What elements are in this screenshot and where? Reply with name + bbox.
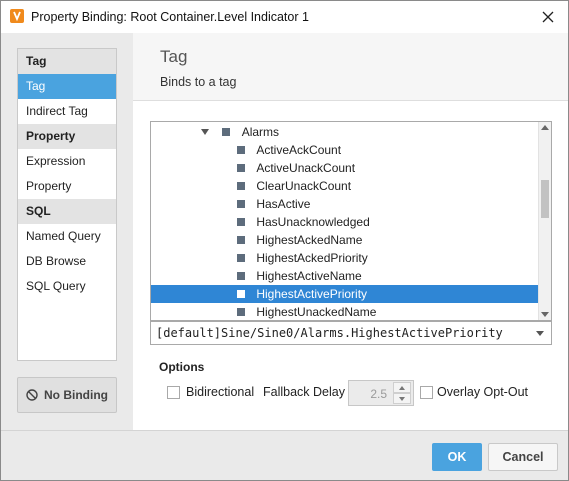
chevron-down-icon — [536, 330, 544, 336]
tree-node-tag[interactable]: HighestAckedPriority — [151, 249, 539, 267]
nav-item-named-query[interactable]: Named Query — [18, 224, 116, 249]
spinner-down-button[interactable] — [393, 393, 411, 404]
tree-node-tag[interactable]: ActiveAckCount — [151, 141, 539, 159]
tag-icon — [237, 307, 245, 316]
dialog-footer: OK Cancel — [1, 430, 568, 480]
tag-icon — [237, 271, 245, 280]
nav-group-sql: SQL — [18, 199, 116, 224]
tree-node-label: HasActive — [256, 197, 311, 211]
nav-item-indirect-tag[interactable]: Indirect Tag — [18, 99, 116, 124]
tree-node-tag[interactable]: HasUnacknowledged — [151, 213, 539, 231]
binding-type-panel: Tag Tag Indirect Tag Property Expression… — [1, 33, 133, 430]
cancel-button[interactable]: Cancel — [488, 443, 558, 471]
ok-button[interactable]: OK — [432, 443, 482, 471]
tag-icon — [237, 217, 245, 226]
title-bar: Property Binding: Root Container.Level I… — [1, 1, 568, 33]
window-title: Property Binding: Root Container.Level I… — [31, 10, 309, 24]
tree-node-label: HighestAckedName — [256, 233, 363, 247]
nav-group-property: Property — [18, 124, 116, 149]
tag-icon — [237, 163, 245, 172]
tag-icon — [237, 145, 245, 154]
fallback-delay-label: Fallback Delay — [263, 385, 345, 399]
binding-title: Tag — [160, 47, 188, 66]
tag-path-dropdown-button[interactable] — [529, 322, 551, 344]
binding-description: Binds to a tag — [160, 75, 237, 89]
spinner-up-button[interactable] — [393, 382, 411, 393]
overlay-opt-out-label: Overlay Opt-Out — [437, 385, 528, 399]
tree-node-label: HighestUnackedName — [256, 305, 377, 319]
tag-icon — [237, 199, 245, 208]
tag-icon — [237, 289, 245, 298]
tag-icon — [237, 235, 245, 244]
nav-item-expression[interactable]: Expression — [18, 149, 116, 174]
tag-icon — [237, 181, 245, 190]
overlay-opt-out-checkbox[interactable] — [420, 386, 433, 399]
fallback-delay-value: 2.5 — [370, 387, 387, 401]
tag-path-field[interactable]: [default]Sine/Sine0/Alarms.HighestActive… — [150, 321, 552, 345]
no-binding-button[interactable]: No Binding — [17, 377, 117, 413]
close-button[interactable] — [528, 1, 568, 32]
tag-path-value: [default]Sine/Sine0/Alarms.HighestActive… — [156, 326, 503, 340]
tree-node-tag[interactable]: HighestAckedName — [151, 231, 539, 249]
folder-icon — [222, 127, 231, 136]
tree-node-tag[interactable]: HighestUnackedName — [151, 303, 539, 320]
tree-node-label: HasUnacknowledged — [256, 215, 370, 229]
tag-browser-tree[interactable]: Alarms ActiveAckCount ActiveUnackCount C… — [150, 121, 552, 321]
options-heading: Options — [159, 360, 205, 374]
app-logo-icon — [10, 9, 24, 23]
close-icon — [542, 11, 554, 22]
tree-node-tag[interactable]: HasActive — [151, 195, 539, 213]
chevron-up-icon — [399, 386, 405, 390]
nav-item-property[interactable]: Property — [18, 174, 116, 199]
nav-item-db-browse[interactable]: DB Browse — [18, 249, 116, 274]
chevron-down-icon — [399, 397, 405, 401]
no-entry-icon — [26, 389, 38, 401]
fallback-delay-spinner[interactable]: 2.5 — [348, 380, 414, 406]
tree-node-tag-selected[interactable]: HighestActivePriority — [151, 285, 539, 303]
tree-node-tag[interactable]: ClearUnackCount — [151, 177, 539, 195]
tree-node-label: HighestActivePriority — [256, 287, 368, 301]
options-row: Bidirectional Fallback Delay 2.5 Overlay… — [167, 380, 552, 406]
tree-node-label: ActiveAckCount — [256, 143, 342, 157]
tag-icon — [237, 253, 245, 262]
bidirectional-label: Bidirectional — [186, 385, 255, 399]
binding-header: Tag Binds to a tag — [133, 33, 568, 101]
tree-node-label: Alarms — [241, 125, 280, 139]
tree-node-alarms[interactable]: Alarms — [151, 123, 539, 141]
tree-node-tag[interactable]: HighestActiveName — [151, 267, 539, 285]
binding-type-list: Tag Tag Indirect Tag Property Expression… — [17, 48, 117, 361]
tree-node-tag[interactable]: ActiveUnackCount — [151, 159, 539, 177]
nav-group-tag: Tag — [18, 49, 116, 74]
nav-item-tag[interactable]: Tag — [18, 74, 116, 99]
tree-scrollbar[interactable] — [538, 122, 551, 320]
property-binding-dialog: Property Binding: Root Container.Level I… — [0, 0, 569, 481]
expand-chevron-down-icon[interactable] — [201, 128, 209, 135]
scroll-down-arrow-icon[interactable] — [541, 312, 549, 317]
tree-node-label: ActiveUnackCount — [256, 161, 356, 175]
tree-node-label: ClearUnackCount — [256, 179, 352, 193]
nav-item-sql-query[interactable]: SQL Query — [18, 274, 116, 299]
scroll-thumb[interactable] — [541, 180, 549, 218]
scroll-up-arrow-icon[interactable] — [541, 125, 549, 130]
tree-node-label: HighestActiveName — [256, 269, 362, 283]
bidirectional-checkbox[interactable] — [167, 386, 180, 399]
tree-node-label: HighestAckedPriority — [256, 251, 368, 265]
no-binding-label: No Binding — [44, 388, 108, 402]
